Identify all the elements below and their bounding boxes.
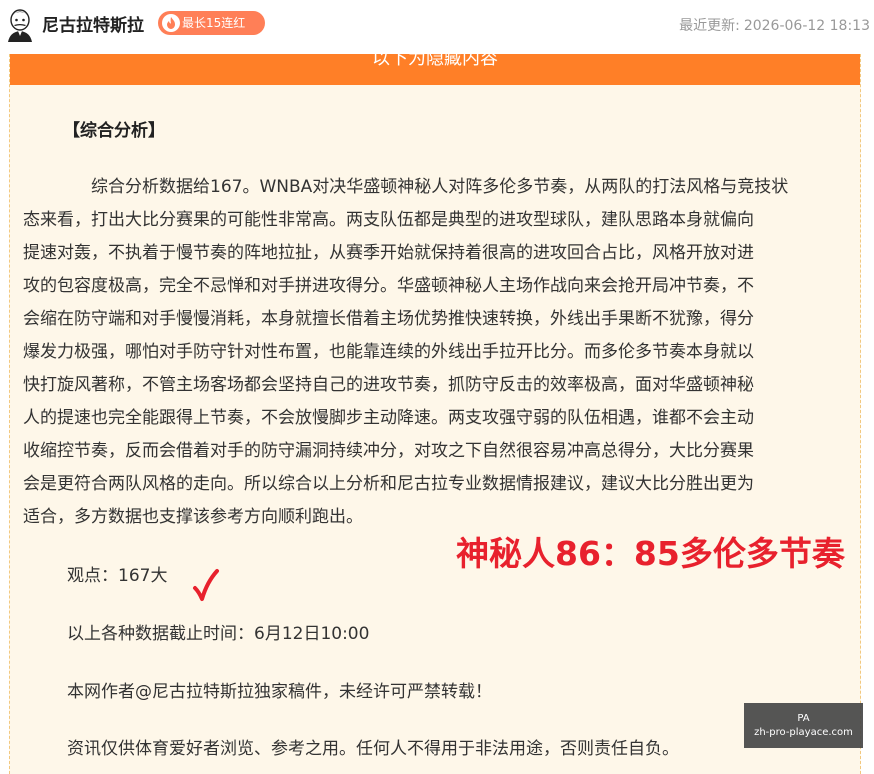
avatar[interactable] [4,6,36,42]
section-title: 【综合分析】 [63,121,165,141]
data-cutoff-time: 以上各种数据截止时间：6月12日10:00 [67,624,370,644]
fire-icon [162,14,180,32]
post-header: 尼古拉特斯拉 最长15连红 最近更新: 2026-06-12 18:13 [0,0,874,50]
result-score-stamp: 神秘人86：85多伦多节奏 [456,534,845,573]
update-time: 最近更新: 2026-06-12 18:13 [675,15,870,35]
streak-badge: 最长15连红 [158,11,265,35]
analysis-line: 综合分析数据给167。WNBA对决华盛顿神秘人对阵多伦多节奏，从两队的打法风格与… [91,177,789,197]
update-label: 最近更新: [679,18,740,34]
watermark-line1: PA [797,713,810,724]
analysis-line: 会缩在防守端和对手慢慢消耗，本身就擅长借着主场优势推快速转换，外线出手果断不犹豫… [23,309,754,329]
author-name[interactable]: 尼古拉特斯拉 [42,11,144,36]
copyright-notice: 本网作者@尼古拉特斯拉独家稿件，未经许可严禁转载！ [67,682,492,702]
hidden-content-banner: 以下为隐藏内容 [10,54,860,85]
analysis-line: 爆发力极强，哪怕对手防守针对性布置，也能靠连续的外线出手拉开比分。而多伦多节奏本… [23,342,754,362]
analysis-line: 收缩控节奏，反而会借着对手的防守漏洞持续冲分，对攻之下自然很容易冲高总得分，大比… [23,441,754,461]
analysis-paragraph: 综合分析数据给167。WNBA对决华盛顿神秘人对阵多伦多节奏，从两队的打法风格与… [23,171,841,534]
analysis-line: 会是更符合两队风格的走向。所以综合以上分析和尼古拉专业数据情报建议，建议大比分胜… [23,474,754,494]
site-watermark: PA zh-pro-playace.com [744,703,863,748]
update-timestamp: 2026-06-12 18:13 [743,18,870,34]
streak-badge-label: 最长15连红 [182,16,246,30]
analysis-line: 态来看，打出大比分赛果的可能性非常高。两支队伍都是典型的进攻型球队，建队思路本身… [23,210,754,230]
analysis-line: 攻的包容度极高，完全不忌惮和对手拼进攻得分。华盛顿神秘人主场作战向来会抢开局冲节… [23,276,754,296]
analysis-line: 快打旋风著称，不管主场客场都会坚持自己的进攻节奏，抓防守反击的效率极高，面对华盛… [23,375,754,395]
disclaimer: 资讯仅供体育爱好者浏览、参考之用。任何人不得用于非法用途，否则责任自负。 [67,739,679,759]
banner-text: 以下为隐藏内容 [372,54,498,69]
analysis-line: 人的提速也完全能跟得上节奏，不会放慢脚步主动降速。两支攻强守弱的队伍相遇，谁都不… [23,408,754,428]
checkmark-icon [193,569,219,601]
watermark-line2: zh-pro-playace.com [754,727,853,738]
viewpoint: 观点：167大 [67,566,168,586]
analysis-line: 提速对轰，不执着于慢节奏的阵地拉扯，从赛季开始就保持着很高的进攻回合占比，风格开… [23,243,754,263]
